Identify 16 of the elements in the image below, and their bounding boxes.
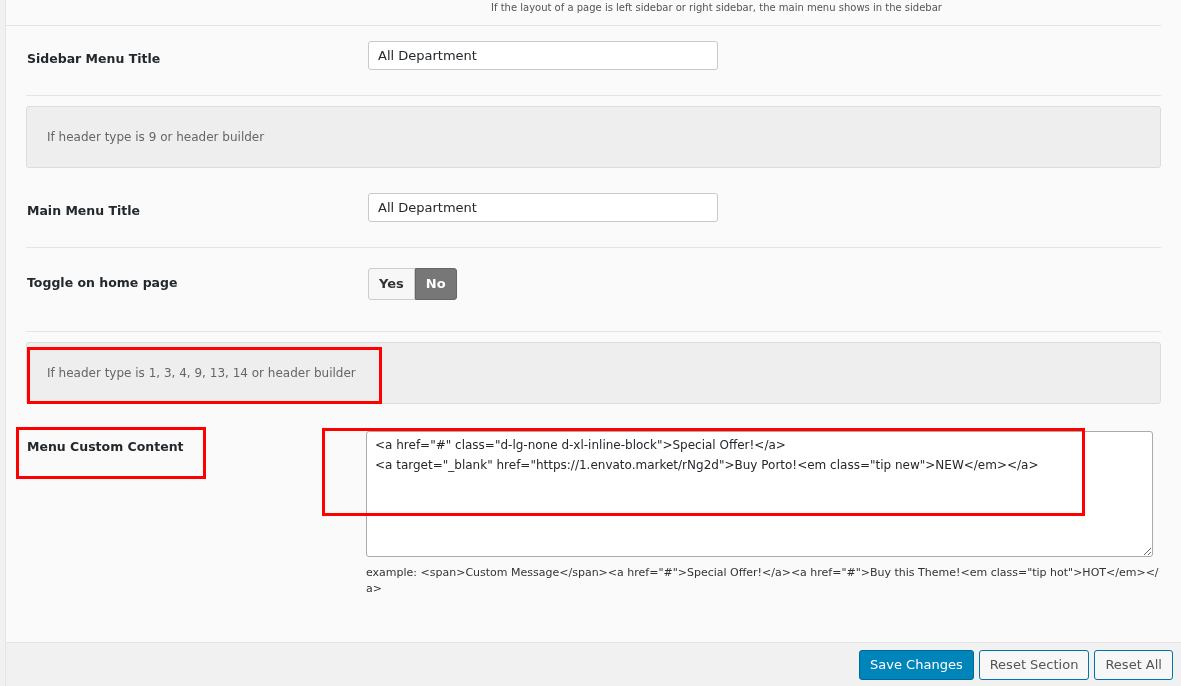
field-label: Sidebar Menu Title (27, 51, 161, 66)
field-label: Toggle on home page (27, 275, 178, 290)
reset-button[interactable]: Reset Section (978, 649, 1090, 680)
field-description: example: <span>Custom Message</span><a href="#">Special Offer!</a><a href="#">Buy this Theme!<em class="tip hot">HOT</em></a> (366, 565, 1160, 597)
section-info-text: If header type is 9 or header builder (47, 129, 265, 146)
text-field[interactable]: All Department (368, 193, 718, 222)
toggle-option[interactable]: No (414, 268, 457, 300)
help-text: If the layout of a page is left sidebar or right sidebar, the main menu shows in the sidebar (491, 2, 942, 14)
code-textarea[interactable]: <a href="#" class="d-lg-none d-xl-inline-block">Special Offer!</a> <a target="_blank" href="https://1.envato.market/rNg2d">Buy Porto!<em class="tip new">NEW</em></a> (366, 431, 1153, 557)
section-info-text: If header type is 1, 3, 4, 9, 13, 14 or header builder (47, 365, 356, 382)
field-label: Main Menu Title (27, 203, 141, 218)
reset-button[interactable]: Reset All (1094, 649, 1173, 680)
save-button[interactable]: Save Changes (859, 649, 974, 680)
field-label: Menu Custom Content (27, 439, 184, 454)
toggle-option[interactable]: Yes (368, 268, 415, 300)
text-field[interactable]: All Department (368, 41, 718, 70)
